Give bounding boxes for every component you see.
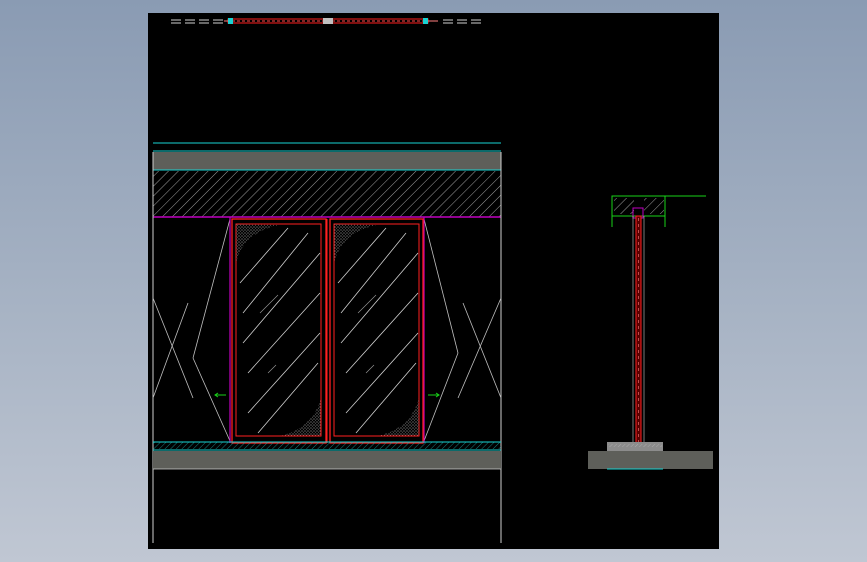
ceiling-slab: [153, 152, 501, 170]
door-panel-left: [231, 218, 327, 444]
threshold: [153, 442, 501, 449]
plan-view: [171, 18, 481, 24]
side-section: [588, 195, 713, 470]
opening-arrow-left: [214, 392, 226, 398]
door-panel-right: [329, 218, 424, 444]
front-elevation: [152, 142, 502, 543]
cad-drawing: [152, 18, 713, 543]
opening-arrow-right: [428, 392, 440, 398]
floor-slab: [153, 451, 501, 469]
section-floor-slab: [588, 451, 713, 469]
cad-viewport[interactable]: [148, 13, 719, 549]
header-beam: [153, 171, 501, 217]
